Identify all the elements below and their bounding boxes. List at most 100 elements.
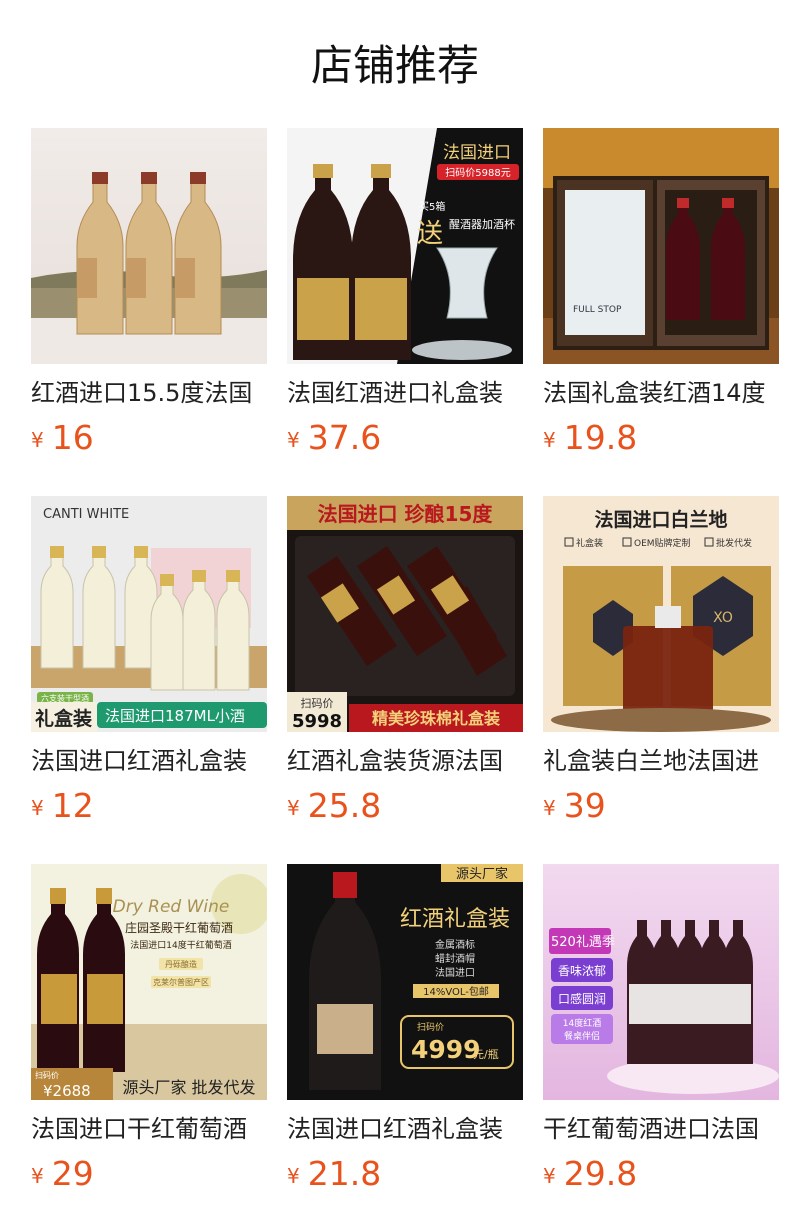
dry-red-wine-image: Dry Red Wine 庄园圣殿干红葡萄酒 法国进口14度干红葡萄酒 丹砾酿造… bbox=[31, 864, 267, 1100]
product-price: ¥25.8 bbox=[287, 786, 381, 826]
currency-symbol: ¥ bbox=[31, 1164, 44, 1188]
image-caption: Dry Red Wine bbox=[113, 897, 230, 917]
page-title: 店铺推荐 bbox=[310, 41, 479, 90]
image-caption: 源头厂家 bbox=[456, 866, 508, 882]
product-price: ¥12 bbox=[31, 786, 94, 826]
image-caption: 餐桌伴侣 bbox=[564, 1030, 600, 1042]
image-caption: 批发代发 bbox=[716, 537, 752, 549]
product-name[interactable]: 红酒进口15.5度法国 bbox=[31, 376, 267, 410]
image-caption: 六支装干型酒 bbox=[41, 693, 89, 703]
white-wine-image: CANTI WHITE 六支装干型酒 礼盒装 法国进口187ML小酒 bbox=[31, 496, 267, 732]
image-caption: 法国进口187ML小酒 bbox=[105, 707, 245, 725]
image-caption: 庄园圣殿干红葡萄酒 bbox=[125, 920, 233, 935]
price-value: 16 bbox=[51, 418, 94, 457]
image-caption: 14%VOL-包邮 bbox=[423, 985, 489, 998]
product-name[interactable]: 法国进口干红葡萄酒 bbox=[31, 1112, 267, 1146]
product-price: ¥29.8 bbox=[543, 1154, 637, 1194]
brandy-image: 法国进口白兰地 礼盒装 OEM贴牌定制 批发代发 XO bbox=[543, 496, 779, 732]
product-image[interactable]: 520礼遇季 香味浓郁 口感圆润 14度红酒 餐桌伴侣 bbox=[543, 864, 779, 1100]
red-wine-gift-image: 源头厂家 红酒礼盒装 金属酒标 蜡封酒帽 法国进口 14%VOL-包邮 扫码价 … bbox=[287, 864, 523, 1100]
product-name[interactable]: 法国进口红酒礼盒装 bbox=[31, 744, 267, 778]
product-card[interactable]: 红酒进口15.5度法国 ¥16 bbox=[31, 128, 267, 458]
image-caption: 14度红酒 bbox=[563, 1017, 601, 1029]
image-caption: 克莱尔普图产区 bbox=[153, 977, 209, 987]
product-name[interactable]: 法国礼盒装红酒14度 bbox=[543, 376, 779, 410]
pearl-box-image: 法国进口 珍酿15度 扫码价 5998 精美珍珠棉礼盒装 bbox=[287, 496, 523, 732]
currency-symbol: ¥ bbox=[31, 796, 44, 820]
image-caption: XO bbox=[713, 610, 733, 626]
price-value: 21.8 bbox=[307, 1154, 382, 1193]
product-card[interactable]: FULL STOP 法国礼盒装红酒14度 ¥19.8 bbox=[543, 128, 779, 458]
product-image[interactable]: CANTI WHITE 六支装干型酒 礼盒装 法国进口187ML小酒 bbox=[31, 496, 267, 732]
pink-wine-image: 520礼遇季 香味浓郁 口感圆润 14度红酒 餐桌伴侣 bbox=[543, 864, 779, 1100]
image-caption: 扫码价 bbox=[301, 697, 334, 710]
price-value: 29 bbox=[51, 1154, 94, 1193]
currency-symbol: ¥ bbox=[287, 428, 300, 452]
wine-bottles-image bbox=[31, 128, 267, 364]
product-card[interactable]: CANTI WHITE 六支装干型酒 礼盒装 法国进口187ML小酒 法国进口红… bbox=[31, 496, 267, 826]
product-card[interactable]: 520礼遇季 香味浓郁 口感圆润 14度红酒 餐桌伴侣 干红葡萄酒进口法国 ¥ … bbox=[543, 864, 779, 1194]
product-image[interactable]: 法国进口 珍酿15度 扫码价 5998 精美珍珠棉礼盒装 bbox=[287, 496, 523, 732]
image-caption: 买5箱 bbox=[419, 200, 445, 213]
product-image[interactable]: Dry Red Wine 庄园圣殿干红葡萄酒 法国进口14度干红葡萄酒 丹砾酿造… bbox=[31, 864, 267, 1100]
price-value: 37.6 bbox=[307, 418, 382, 457]
image-caption: 金属酒标 bbox=[435, 938, 475, 951]
image-caption: FULL STOP bbox=[573, 305, 622, 315]
image-caption: 丹砾酿造 bbox=[165, 959, 197, 969]
currency-symbol: ¥ bbox=[287, 1164, 300, 1188]
product-name[interactable]: 红酒礼盒装货源法国 bbox=[287, 744, 523, 778]
image-caption: 法国进口 bbox=[443, 143, 511, 163]
price-value: 39 bbox=[563, 786, 606, 825]
price-value: 25.8 bbox=[307, 786, 382, 825]
product-price: ¥19.8 bbox=[543, 418, 637, 458]
image-caption: 法国进口 珍酿15度 bbox=[318, 502, 494, 526]
product-price: ¥16 bbox=[31, 418, 94, 458]
product-name[interactable]: 干红葡萄酒进口法国 bbox=[543, 1112, 779, 1146]
image-caption: 送 bbox=[417, 219, 443, 249]
product-name[interactable]: 法国进口红酒礼盒装 bbox=[287, 1112, 523, 1146]
product-card[interactable]: 法国进口 珍酿15度 扫码价 5998 精美珍珠棉礼盒装 红酒礼盒装货源法国 ¥… bbox=[287, 496, 523, 826]
image-caption: ¥2688 bbox=[43, 1082, 91, 1100]
image-caption: 香味浓郁 bbox=[558, 963, 606, 978]
image-caption: 法国进口白兰地 bbox=[594, 508, 727, 531]
image-caption: OEM贴牌定制 bbox=[634, 537, 691, 549]
product-card[interactable]: Dry Red Wine 庄园圣殿干红葡萄酒 法国进口14度干红葡萄酒 丹砾酿造… bbox=[31, 864, 267, 1194]
image-caption: 4999 bbox=[411, 1035, 481, 1064]
product-card[interactable]: 法国进口 扫码价5988元 买5箱 送 醒酒器加酒杯 法国红酒进口礼盒装 ¥37… bbox=[287, 128, 523, 458]
product-image[interactable] bbox=[31, 128, 267, 364]
product-card[interactable]: 源头厂家 红酒礼盒装 金属酒标 蜡封酒帽 法国进口 14%VOL-包邮 扫码价 … bbox=[287, 864, 523, 1194]
image-caption: 扫码价 bbox=[417, 1021, 444, 1033]
image-caption: 法国进口 bbox=[435, 966, 475, 979]
currency-symbol: ¥ bbox=[287, 796, 300, 820]
price-value: 12 bbox=[51, 786, 94, 825]
image-caption: 5998 bbox=[292, 711, 342, 732]
product-image[interactable]: 法国进口白兰地 礼盒装 OEM贴牌定制 批发代发 XO bbox=[543, 496, 779, 732]
image-caption: 醒酒器加酒杯 bbox=[449, 217, 515, 231]
image-caption: 扫码价 bbox=[35, 1070, 59, 1080]
wine-gift-image: 法国进口 扫码价5988元 买5箱 送 醒酒器加酒杯 bbox=[287, 128, 523, 364]
currency-symbol: ¥ bbox=[543, 428, 556, 452]
image-caption: 元/瓶 bbox=[473, 1047, 499, 1061]
price-value: 19.8 bbox=[563, 418, 638, 457]
product-card[interactable]: 法国进口白兰地 礼盒装 OEM贴牌定制 批发代发 XO 礼盒装白兰地法国进 ¥ … bbox=[543, 496, 779, 826]
currency-symbol: ¥ bbox=[543, 796, 556, 820]
product-price: ¥21.8 bbox=[287, 1154, 381, 1194]
product-name[interactable]: 法国红酒进口礼盒装 bbox=[287, 376, 523, 410]
image-caption: 扫码价5988元 bbox=[445, 166, 510, 179]
product-price: ¥37.6 bbox=[287, 418, 381, 458]
image-caption: 蜡封酒帽 bbox=[435, 952, 475, 965]
wine-box-image: FULL STOP bbox=[543, 128, 779, 364]
image-caption: CANTI WHITE bbox=[43, 507, 129, 522]
price-value: 29.8 bbox=[563, 1154, 638, 1193]
image-caption: 源头厂家 批发代发 bbox=[122, 1078, 255, 1097]
image-caption: 520礼遇季 bbox=[551, 934, 615, 950]
currency-symbol: ¥ bbox=[543, 1164, 556, 1188]
product-image[interactable]: FULL STOP bbox=[543, 128, 779, 364]
product-image[interactable]: 源头厂家 红酒礼盒装 金属酒标 蜡封酒帽 法国进口 14%VOL-包邮 扫码价 … bbox=[287, 864, 523, 1100]
product-image[interactable]: 法国进口 扫码价5988元 买5箱 送 醒酒器加酒杯 bbox=[287, 128, 523, 364]
product-price: ¥39 bbox=[543, 786, 606, 826]
currency-symbol: ¥ bbox=[31, 428, 44, 452]
image-caption: 礼盒装 bbox=[35, 707, 92, 730]
product-name[interactable]: 礼盒装白兰地法国进 bbox=[543, 744, 779, 778]
image-caption: 红酒礼盒装 bbox=[400, 907, 510, 932]
